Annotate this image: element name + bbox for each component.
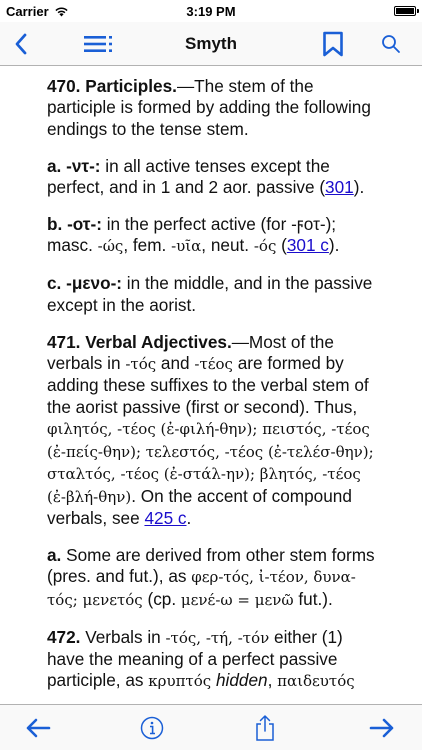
status-left: Carrier xyxy=(6,4,69,19)
subsection-label: b. xyxy=(47,214,63,235)
section-heading: 472. xyxy=(47,626,81,647)
section-text: ). xyxy=(353,177,365,198)
arrow-left-icon xyxy=(26,718,51,738)
section-text: ( xyxy=(276,235,287,256)
greek-text: μενέ-ω = μενῶ xyxy=(180,590,294,609)
bookmark-button[interactable] xyxy=(317,22,349,66)
section-text: , fem. xyxy=(123,235,172,256)
section-471: 471. Verbal Adjectives.—Most of the verb… xyxy=(47,332,382,530)
search-icon xyxy=(382,35,400,53)
section-470b: b. -οτ-: in the perfect active (for -ϝοτ… xyxy=(47,214,382,258)
ending-form: -ντ-: xyxy=(66,155,101,176)
section-text: , neut. xyxy=(201,235,254,256)
reader-content[interactable]: 470. Participles.—The stem of the partic… xyxy=(0,66,422,704)
greek-text: -ός xyxy=(253,237,277,256)
arrow-right-icon xyxy=(369,718,394,738)
chevron-left-icon xyxy=(15,33,27,55)
link-301c[interactable]: 301 c xyxy=(287,235,329,255)
status-bar: Carrier 3:19 PM xyxy=(0,0,422,22)
greek-text: -τός xyxy=(125,355,157,374)
nav-bar: Smyth xyxy=(0,22,422,66)
section-text: and xyxy=(156,353,195,374)
battery-fill xyxy=(396,8,414,14)
section-text: Verbals in xyxy=(80,626,166,647)
section-470a: a. -ντ-: in all active tenses except the… xyxy=(47,156,382,199)
wifi-icon xyxy=(55,7,68,16)
next-button[interactable] xyxy=(362,705,402,751)
greek-text: κρυπτός xyxy=(148,672,212,691)
info-button[interactable] xyxy=(132,705,172,751)
link-425c[interactable]: 425 c xyxy=(144,508,186,528)
section-heading: 471. Verbal Adjectives. xyxy=(47,331,232,352)
subsection-label: c. xyxy=(47,273,62,294)
greek-text: -ώς xyxy=(97,237,124,256)
section-470c: c. -μενο-: in the middle, and in the pas… xyxy=(47,273,382,316)
nav-title: Smyth xyxy=(185,34,237,53)
section-471a: a. Some are derived from other stem form… xyxy=(47,545,382,611)
bookmark-icon xyxy=(323,31,343,57)
subsection-label: a. xyxy=(47,544,62,565)
previous-button[interactable] xyxy=(18,705,58,751)
toc-button[interactable] xyxy=(82,22,116,66)
link-301[interactable]: 301 xyxy=(325,177,354,197)
greek-text: -τός, -τή, -τόν xyxy=(165,628,270,647)
battery-icon xyxy=(394,6,419,16)
greek-text: -τέος xyxy=(194,355,233,374)
section-text: (cp. xyxy=(142,588,181,609)
carrier-label: Carrier xyxy=(6,3,49,19)
info-icon xyxy=(140,716,164,740)
greek-text: -υῖα xyxy=(171,237,202,256)
section-472: 472. Verbals in -τός, -τή, -τόν either (… xyxy=(47,627,382,693)
subsection-label: a. xyxy=(47,155,62,176)
section-text: ). xyxy=(328,235,340,256)
list-icon xyxy=(84,36,112,52)
section-text: , xyxy=(267,670,278,691)
ending-form: -οτ-: xyxy=(67,214,102,235)
section-470: 470. Participles.—The stem of the partic… xyxy=(47,76,382,140)
italic-gloss: hidden xyxy=(215,670,268,691)
section-heading: 470. Participles. xyxy=(47,76,177,96)
section-text: fut.). xyxy=(293,588,333,609)
ending-form: -μενο-: xyxy=(66,273,123,294)
search-button[interactable] xyxy=(375,22,407,66)
share-icon xyxy=(256,715,274,741)
back-button[interactable] xyxy=(4,22,38,66)
bottom-toolbar xyxy=(0,704,422,750)
share-button[interactable] xyxy=(245,705,285,751)
section-text: . xyxy=(186,507,192,528)
greek-text: παιδευτός xyxy=(277,672,355,691)
